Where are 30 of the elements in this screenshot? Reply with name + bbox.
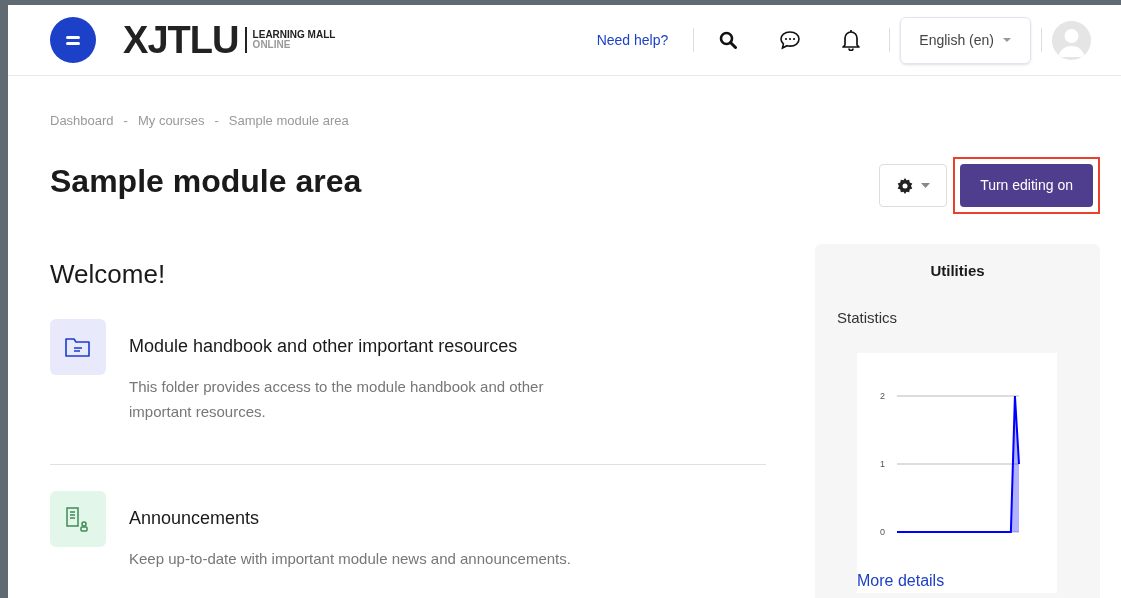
activity-description: Keep up-to-date with important module news and announcements. [129,548,571,569]
panel-title: Utilities [929,261,986,281]
folder-icon [50,318,106,375]
axis-tick-label: 0 [880,527,885,537]
settings-dropdown[interactable] [879,164,948,207]
section-title: Welcome! [50,257,167,291]
more-details-link[interactable]: More details [857,569,1078,593]
menu-button[interactable] [50,17,96,63]
logo-brand: XJTLU [123,21,239,59]
turn-editing-on-button[interactable]: Turn editing on [960,164,1093,207]
activity-title[interactable]: Module handbook and other important resources [129,332,609,360]
caret-icon [1002,37,1012,43]
logo-subtitle: ONLINE [252,40,292,50]
axis-tick-label: 2 [880,391,885,401]
page-title: Sample module area [50,161,363,201]
activity-description: This folder provides access to the module handbook and other important resources. [129,376,545,422]
help-link[interactable]: Need help? [596,29,669,51]
logo-subtitle: LEARNING MALL [252,30,336,40]
caret-icon [920,183,930,188]
activity-title[interactable]: Announcements [129,504,571,532]
axis-tick-label: 1 [880,459,885,469]
language-dropdown[interactable]: English (en) [900,16,1031,64]
forum-icon [50,490,106,547]
statistics-heading: Statistics [837,307,898,328]
chat-bubble-icon[interactable] [779,30,802,50]
breadcrumb-separator: - [214,112,219,130]
breadcrumb-separator: - [123,112,128,130]
gear-icon [896,177,913,194]
bell-icon[interactable] [841,29,862,51]
search-icon[interactable] [719,31,738,49]
